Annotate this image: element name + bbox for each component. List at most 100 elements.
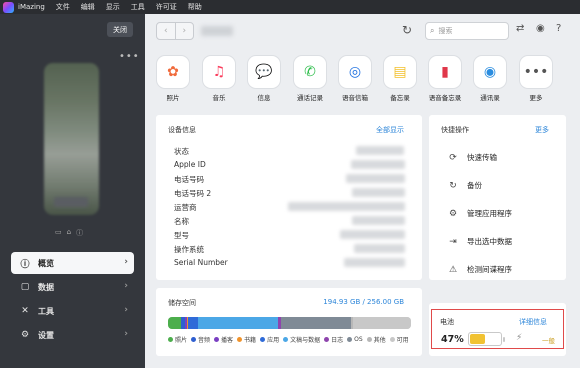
info-value-blurred [354,244,405,253]
sidebar-item-tools[interactable]: ✕ 工具 › [11,300,134,322]
menu-license[interactable]: 许可证 [156,2,177,12]
legend-item: 可用 [389,335,409,344]
legend-item: 书籍 [237,335,256,344]
music-icon: ♫ [203,56,235,88]
device-name-blurred [54,197,88,207]
storage-segment [168,317,182,329]
info-value-blurred [351,160,405,169]
op-quick-transfer[interactable]: ⟳ 快速传输 [447,152,497,163]
device-image [44,63,99,215]
info-label-serial: Serial Number [174,258,228,267]
info-value-blurred [344,258,405,267]
op-label: 快速传输 [467,153,497,162]
app-call-history[interactable]: ✆ 通话记录 [290,56,330,102]
chevron-right-icon: › [124,305,128,315]
sidebar-item-overview[interactable]: ⓘ 概览 › [11,252,134,274]
sidebar-item-data[interactable]: ▢ 数据 › [11,276,134,298]
legend-item: OS [347,335,363,344]
more-options-icon[interactable]: ••• [119,51,140,62]
back-button[interactable]: ‹ [157,23,176,39]
apps-icon: ⚙ [448,208,458,219]
op-export-data[interactable]: ⇥ 导出选中数据 [447,236,512,247]
battery-title: 电池 [440,318,454,326]
gear-icon: ⚙ [20,330,30,340]
app-more[interactable]: ••• 更多 [516,56,556,102]
legend-item: 音频 [191,335,210,344]
app-contacts[interactable]: ◉ 通讯录 [470,56,510,102]
legend-item: 其他 [366,335,386,344]
legend-label: 照片 [175,337,188,344]
storage-segment [188,317,198,329]
storage-segment [197,317,279,329]
app-voice-memos[interactable]: ▮ 语音备忘录 [425,56,465,102]
app-label: 语音信箱 [342,94,368,102]
op-manage-apps[interactable]: ⚙ 管理应用程序 [447,208,512,219]
battery-icon [468,332,505,346]
voicemail-icon-glyph: ◎ [348,64,362,80]
op-detect-spyware[interactable]: ⚠ 检测间谍程序 [447,264,512,275]
legend-label: 书籍 [244,337,257,344]
more-icon-glyph: ••• [523,64,549,80]
voice-memos-icon: ▮ [429,56,461,88]
contacts-icon-glyph: ◉ [483,64,497,80]
menu-edit[interactable]: 编辑 [81,2,95,12]
app-logo-icon [3,1,14,13]
info-icon: ⓘ [20,259,30,270]
op-backup[interactable]: ↻ 备份 [447,180,482,191]
refresh-icon[interactable]: ↻ [402,23,412,37]
messages-icon-glyph: 💬 [255,64,273,80]
device-status-icons: ▭ ⌂ ⓘ [55,228,83,238]
info-value-blurred [346,174,405,183]
op-label: 管理应用程序 [467,209,512,218]
app-photos[interactable]: ✿ 照片 [153,56,193,102]
app-name[interactable]: iMazing [18,3,45,11]
search-input[interactable]: ⌕ 搜索 [425,22,509,40]
forward-button[interactable]: › [176,23,194,39]
info-label-phone-2: 电话号码 2 [174,189,212,198]
help-icon[interactable]: ? [556,23,561,34]
phone-icon-glyph: ✆ [304,64,316,80]
storage-usage[interactable]: 194.93 GB / 256.00 GB [323,298,404,306]
transfer-icon[interactable]: ⇄ [516,23,524,34]
chevron-left-icon: ‹ [163,26,168,36]
legend-label: 可用 [396,337,409,344]
legend-label: 其他 [373,337,386,344]
battery-percent: 47% [441,334,464,345]
legend-dot [389,337,395,342]
menu-view[interactable]: 显示 [106,2,120,12]
sidebar: 关闭 ••• ▭ ⌂ ⓘ ⓘ 概览 › ▢ 数据 › ✕ 工具 › ⚙ 设置 › [0,14,145,368]
legend-dot [237,337,243,342]
app-music[interactable]: ♫ 音乐 [199,56,239,102]
info-label-name: 名称 [174,217,189,226]
menu-help[interactable]: 帮助 [188,2,202,12]
info-label-os: 操作系统 [174,245,204,254]
storage-segment [353,317,411,329]
photos-icon: ✿ [157,56,189,88]
search-placeholder: 搜索 [438,27,453,35]
app-messages[interactable]: 💬 信息 [244,56,284,102]
lock-icon: ⌂ [66,228,72,236]
show-all-link[interactable]: 全部显示 [376,125,404,135]
legend-dot [366,337,372,342]
info-label-status: 状态 [174,147,189,156]
legend-label: 播客 [221,337,234,344]
menu-file[interactable]: 文件 [56,2,70,12]
contacts-icon: ◉ [474,56,506,88]
info-value-blurred [356,146,404,155]
nav-buttons: ‹ › [156,22,194,40]
op-label: 备份 [467,181,482,190]
sidebar-item-settings[interactable]: ⚙ 设置 › [11,324,134,346]
legend-label: 音频 [198,337,211,344]
app-voicemail[interactable]: ◎ 语音信箱 [335,56,375,102]
app-notes[interactable]: ▤ 备忘录 [380,56,420,102]
menu-tools[interactable]: 工具 [131,2,145,12]
quick-transfer-icon: ⟳ [449,152,457,163]
charging-bolt-icon: ⚡ [516,333,523,343]
account-icon[interactable]: ◉ [536,23,545,34]
sidebar-item-label: 数据 [38,282,54,292]
info-label-model: 型号 [174,231,189,240]
battery-details-link[interactable]: 详细信息 [519,317,547,327]
close-button[interactable]: 关闭 [107,22,133,37]
info-small-icon[interactable]: ⓘ [76,228,83,238]
quick-operations-more-link[interactable]: 更多 [535,125,549,135]
